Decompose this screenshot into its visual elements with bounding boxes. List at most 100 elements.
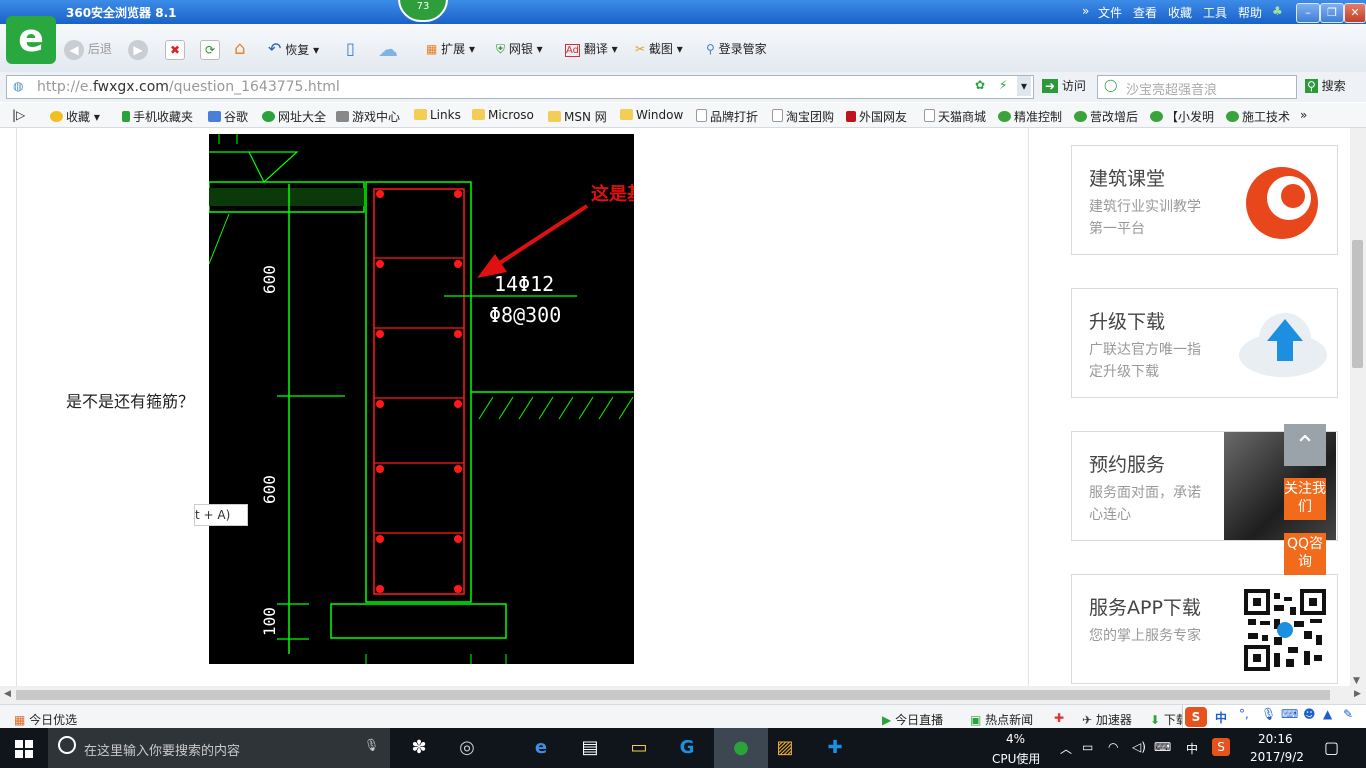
tooltip: t + A) — [194, 504, 248, 526]
bookmark-windows[interactable]: Window — [620, 108, 683, 122]
task-view-icon[interactable]: ✽ — [404, 734, 434, 762]
phone-icon[interactable]: ▯ — [346, 37, 355, 61]
bookmark-msn[interactable]: MSN 网 — [548, 108, 607, 125]
plus-app-icon[interactable]: ✚ — [820, 734, 850, 762]
notification-center-icon[interactable]: ▢ — [1324, 738, 1339, 757]
scroll-down-icon[interactable]: ▼ — [1353, 676, 1360, 686]
health-icon[interactable]: ✚ — [1054, 711, 1064, 725]
page-globe-icon: ◍ — [13, 79, 24, 93]
url-text[interactable]: http://e.fwxgx.com/question_1643775.html — [37, 79, 340, 95]
bookmark-games[interactable]: 游戏中心 — [336, 108, 400, 125]
address-bar[interactable]: ◍ http://e.fwxgx.com/question_1643775.ht… — [6, 75, 1034, 99]
menu-help[interactable]: 帮助 — [1238, 4, 1262, 21]
login-manager-button[interactable]: ⚲ 登录管家 — [706, 37, 767, 61]
key-icon: ⚲ — [706, 42, 715, 56]
taskbar-search-input[interactable]: 在这里输入你要搜索的内容 🎙 — [48, 728, 390, 768]
folder-icon — [472, 109, 485, 120]
vertical-scrollbar[interactable]: ▼ — [1350, 128, 1366, 686]
hot-news-button[interactable]: ▣ 热点新闻 — [970, 711, 1033, 728]
bookmark-foreign[interactable]: 外国网友 — [846, 108, 907, 125]
ime-indicator[interactable]: 中 — [1186, 740, 1198, 757]
back-to-top-button[interactable]: ⌃ — [1284, 424, 1326, 466]
sogou-tray-icon[interactable]: S — [1212, 738, 1230, 756]
cloud-icon[interactable]: ☁ — [378, 37, 398, 61]
browser-360-taskbar-icon[interactable]: ● — [714, 728, 768, 768]
battery-icon[interactable]: ▭ — [1082, 740, 1093, 754]
file-explorer-icon[interactable]: ▭ — [624, 734, 654, 762]
bookmark-tmall[interactable]: 天猫商城 — [924, 108, 986, 125]
scroll-left-icon[interactable]: ◀ — [4, 689, 11, 699]
windows-start-icon[interactable] — [15, 740, 33, 758]
card-app-download[interactable]: 服务APP下载 您的掌上服务专家 — [1071, 574, 1338, 684]
bookmark-favorites[interactable]: 收藏 ▾ — [50, 108, 100, 125]
follow-us-button[interactable]: 关注我们 — [1284, 478, 1326, 520]
bookmark-construction[interactable]: 施工技术 — [1226, 108, 1290, 125]
store-icon[interactable]: ▤ — [575, 734, 605, 762]
vertical-scroll-thumb[interactable] — [1352, 240, 1363, 368]
menu-favorites[interactable]: 收藏 — [1168, 4, 1192, 21]
notes-app-icon[interactable]: ▨ — [770, 734, 800, 762]
restore-button[interactable]: ❐ — [1320, 3, 1344, 23]
qq-consult-button[interactable]: QQ咨询 — [1284, 533, 1326, 575]
card-building-class[interactable]: 建筑课堂 建筑行业实训教学第一平台 — [1071, 145, 1338, 255]
visit-button[interactable]: ➜ 访问 — [1042, 75, 1086, 99]
volume-icon[interactable]: ◁) — [1132, 740, 1146, 754]
home-icon[interactable]: ⌂ — [234, 37, 245, 61]
cad-drawing[interactable]: 600 600 100 14Φ12 Φ8@300 这是基础梁，不是条形基础 — [208, 134, 807, 664]
screenshot-button[interactable]: ✂ 截图 ▾ — [635, 37, 683, 61]
glodon-app-icon[interactable]: G — [672, 734, 702, 762]
window-title: 360安全浏览器 8.1 — [66, 6, 177, 20]
live-button[interactable]: ▶ 今日直播 — [882, 711, 943, 728]
close-button[interactable]: ✕ — [1344, 3, 1366, 23]
keyboard-icon[interactable]: ⌨ — [1154, 740, 1171, 754]
menu-file[interactable]: 文件 — [1098, 4, 1122, 21]
expand-icon[interactable]: » — [1082, 4, 1089, 18]
back-button[interactable]: ◀ 后退 — [64, 37, 112, 61]
restore-tab-button[interactable]: ↶ 恢复 ▾ — [268, 37, 319, 61]
search-input[interactable]: ◯ 沙宝亮超强音浪 — [1097, 75, 1297, 99]
bookmark-tax[interactable]: 营改增后 — [1074, 108, 1138, 125]
ime-toolbar[interactable]: S 中 °, 🎙 ⌨ ☻ ▲ ✎ — [1182, 705, 1366, 729]
edge-swirl-icon[interactable]: ◎ — [452, 734, 482, 762]
bookmark-google[interactable]: 谷歌 — [208, 108, 248, 125]
horizontal-scroll-thumb[interactable] — [16, 690, 1330, 700]
stop-button[interactable]: ✖ — [165, 37, 185, 61]
wifi-icon[interactable]: ◠ — [1108, 740, 1118, 754]
bookmark-more-icon[interactable]: » — [1300, 108, 1307, 122]
bookmark-precise[interactable]: 精准控制 — [998, 108, 1062, 125]
translate-button[interactable]: Ad 翻译 ▾ — [565, 37, 618, 61]
bookmark-brand-discount[interactable]: 品牌打折 — [696, 108, 758, 125]
bookmark-microsoft[interactable]: Microso — [472, 108, 534, 122]
daily-picks-button[interactable]: ▦ 今日优选 — [14, 711, 77, 728]
scroll-right-icon[interactable]: ▶ — [1354, 689, 1361, 699]
url-dropdown-icon[interactable]: ▾ — [1017, 76, 1031, 96]
accelerator-button[interactable]: ✈ 加速器 — [1082, 711, 1132, 728]
clock-time[interactable]: 20:16 — [1258, 732, 1293, 746]
menu-view[interactable]: 查看 — [1133, 4, 1157, 21]
edge-browser-icon[interactable]: e — [526, 734, 556, 762]
notification-badge[interactable]: 73 — [398, 0, 448, 22]
bookmark-mobile[interactable]: 手机收藏夹 — [122, 108, 193, 125]
minimize-button[interactable]: – — [1296, 3, 1320, 23]
clock-date[interactable]: 2017/9/2 — [1250, 750, 1304, 764]
bank-button[interactable]: ⛨ 网银 ▾ — [496, 37, 543, 61]
dim-label-100: 100 — [260, 607, 279, 636]
forward-button[interactable]: ▶ — [128, 37, 148, 61]
refresh-button[interactable]: ⟳ — [200, 37, 220, 61]
card-upgrade-download[interactable]: 升级下载 广联达官方唯一指定升级下载 — [1071, 288, 1338, 398]
browser-logo-icon[interactable]: e — [6, 16, 56, 64]
flame-logo-icon — [1246, 167, 1318, 239]
bookmark-links[interactable]: Links — [414, 108, 461, 122]
bookmark-sidebar-toggle-icon[interactable]: |▷ — [12, 108, 25, 122]
lightning-icon[interactable]: ⚡ — [999, 78, 1007, 92]
horizontal-scrollbar[interactable]: ◀ ▶ — [0, 686, 1366, 704]
bookmark-invention[interactable]: 【小发明 — [1150, 108, 1214, 125]
tray-expand-icon[interactable]: ︿ — [1060, 740, 1072, 757]
speed-mode-icon[interactable]: ✿ — [975, 78, 985, 92]
bookmark-taobao[interactable]: 淘宝团购 — [772, 108, 834, 125]
search-button[interactable]: ⚲ 搜索 — [1305, 75, 1346, 99]
skin-icon[interactable]: ♣ — [1272, 4, 1283, 18]
menu-tools[interactable]: 工具 — [1203, 4, 1227, 21]
extend-button[interactable]: ▦ 扩展 ▾ — [426, 37, 475, 61]
bookmark-directory[interactable]: 网址大全 — [262, 108, 326, 125]
